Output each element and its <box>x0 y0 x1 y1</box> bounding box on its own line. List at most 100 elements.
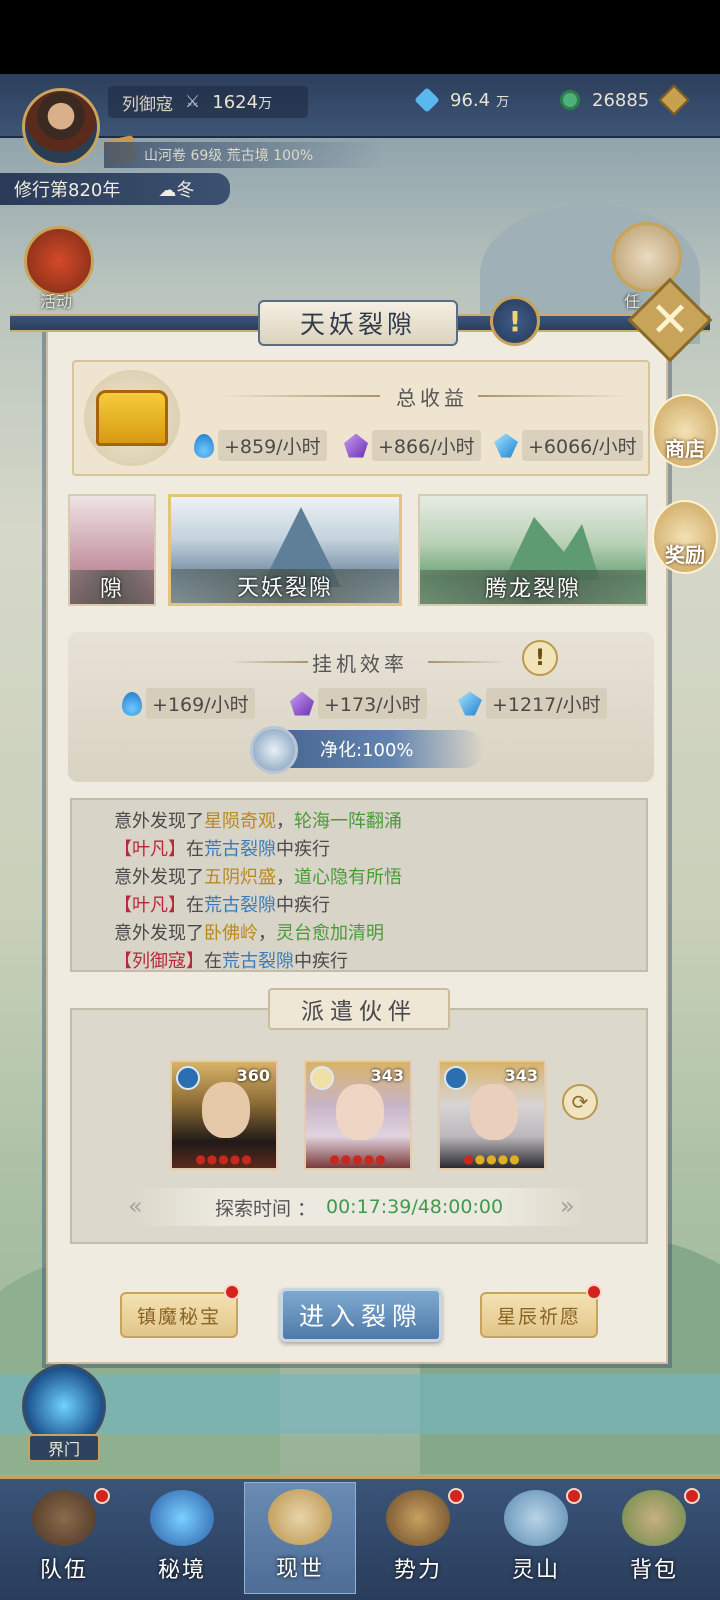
efficiency-info-button[interactable]: ! <box>522 640 558 676</box>
star-beads: ●●●●● <box>195 1152 253 1166</box>
season-indicator: ☁冬 <box>158 180 195 201</box>
element-badge-icon <box>176 1066 200 1090</box>
partner-level: 343 <box>504 1066 538 1085</box>
crystal-currency: 96.4 万 <box>414 86 510 114</box>
enter-rift-button[interactable]: 进入裂隙 <box>280 1288 442 1342</box>
blue-flame-icon <box>194 433 214 458</box>
notification-dot <box>224 1284 240 1300</box>
star-wish-button[interactable]: 星辰祈愿 <box>480 1292 598 1338</box>
divider <box>428 661 508 663</box>
blue-crystal-icon <box>414 87 440 113</box>
nav-item-spirit-mountain[interactable]: 灵山 <box>480 1482 592 1594</box>
income-rate-3: +6066/小时 <box>494 430 643 461</box>
log-segment: 荒古裂隙 <box>204 839 276 860</box>
nav-item-secret-realm[interactable]: 秘境 <box>126 1482 238 1594</box>
log-segment: 意外发现了 <box>114 811 204 832</box>
partner-card-2[interactable]: 343 ●●●●● <box>304 1060 412 1170</box>
log-line: 意外发现了五阴炽盛，道心隐有所悟 <box>114 864 646 892</box>
explore-time-label: 探索时间 ： <box>214 1197 316 1220</box>
rift-label: 腾龙裂隙 <box>420 570 646 604</box>
log-segment: 在 <box>204 951 222 972</box>
log-segment: 荒古裂隙 <box>204 895 276 916</box>
star-beads: ●●●●● <box>463 1152 521 1166</box>
rift-option-tenglong[interactable]: 腾龙裂隙 <box>418 494 648 606</box>
nav-label: 灵山 <box>511 1558 560 1583</box>
panel-title: 天妖裂隙 <box>258 300 458 346</box>
income-rate-1: +859/小时 <box>194 430 327 461</box>
add-currency-button[interactable] <box>658 84 690 116</box>
blue-crystal-icon <box>494 433 518 458</box>
divider <box>228 661 308 663</box>
player-info: 列御寇 ⚔ 1624万 <box>108 86 308 118</box>
refresh-partners-button[interactable]: ⟳ <box>562 1084 598 1120</box>
element-badge-icon <box>444 1066 468 1090</box>
element-badge-icon <box>310 1066 334 1090</box>
purple-crystal-icon <box>290 691 314 716</box>
info-button[interactable]: ! <box>490 296 540 346</box>
partner-card-3[interactable]: 343 ●●●●● <box>438 1060 546 1170</box>
nav-label: 队伍 <box>39 1558 88 1583</box>
jade-amount: 26885 <box>592 89 650 111</box>
nav-label: 势力 <box>393 1558 442 1583</box>
nav-item-faction[interactable]: 势力 <box>362 1482 474 1594</box>
efficiency-title: 挂机效率 <box>312 652 408 676</box>
rift-label: 天妖裂隙 <box>171 569 399 603</box>
nav-item-world[interactable]: 现世 <box>244 1482 356 1594</box>
log-segment: 意外发现了 <box>114 923 204 944</box>
team-icon <box>32 1490 96 1546</box>
purple-crystal-icon <box>344 433 368 458</box>
partner-level: 343 <box>370 1066 404 1085</box>
total-income-title: 总收益 <box>396 386 468 410</box>
event-log: 意外发现了星陨奇观，轮海一阵翻涌 【叶凡】在荒古裂隙中疾行 意外发现了五阴炽盛，道心… <box>70 798 648 972</box>
rift-label: 隙 <box>70 570 154 604</box>
notification-dot <box>684 1488 700 1504</box>
jade-icon <box>560 90 580 110</box>
log-segment: ， <box>276 867 294 888</box>
log-segment: ， <box>258 923 276 944</box>
log-segment: 道心隐有所悟 <box>294 867 402 888</box>
backpack-icon <box>622 1490 686 1546</box>
log-line: 意外发现了卧佛岭，灵台愈加清明 <box>114 920 646 948</box>
log-segment: 星陨奇观 <box>204 811 276 832</box>
notification-dot <box>586 1284 602 1300</box>
log-line: 【叶凡】在荒古裂隙中疾行 <box>114 836 646 864</box>
cloud-icon: ☁ <box>158 180 177 201</box>
world-icon <box>268 1489 332 1545</box>
blue-flame-icon <box>122 691 142 716</box>
efficiency-rate-2: +173/小时 <box>290 688 427 719</box>
log-segment: 【列御寇】 <box>114 951 204 972</box>
secret-realm-icon <box>150 1490 214 1546</box>
partner-card-1[interactable]: 360 ●●●●● <box>170 1060 278 1170</box>
log-segment: 卧佛岭 <box>204 923 258 944</box>
purify-icon <box>250 726 298 774</box>
treasure-chest-icon <box>84 370 180 466</box>
log-segment: 中疾行 <box>276 839 330 860</box>
player-avatar[interactable] <box>22 88 100 166</box>
nav-item-backpack[interactable]: 背包 <box>598 1482 710 1594</box>
partner-level: 360 <box>236 1066 270 1085</box>
activity-icon[interactable] <box>24 226 94 296</box>
activity-label: 活动 <box>40 292 73 311</box>
log-segment: 在 <box>186 895 204 916</box>
nav-item-team[interactable]: 队伍 <box>8 1482 120 1594</box>
log-line: 意外发现了星陨奇观，轮海一阵翻涌 <box>114 808 646 836</box>
log-segment: ， <box>276 811 294 832</box>
log-segment: 【叶凡】 <box>114 895 186 916</box>
efficiency-rate-3: +1217/小时 <box>458 688 607 719</box>
close-icon: ✕ <box>649 292 691 348</box>
rift-option-tianyao[interactable]: 天妖裂隙 <box>168 494 402 606</box>
year-bar: 修行第820年 ☁冬 <box>0 173 230 205</box>
crystal-amount: 96.4 <box>450 89 491 111</box>
player-name: 列御寇 <box>122 94 173 115</box>
demon-treasure-button[interactable]: 镇魔秘宝 <box>120 1292 238 1338</box>
reward-button[interactable]: 奖励 <box>652 500 718 574</box>
rift-option-previous[interactable]: 隙 <box>68 494 156 606</box>
log-segment: 在 <box>186 839 204 860</box>
income-rate-2: +866/小时 <box>344 430 481 461</box>
log-segment: 灵台愈加清明 <box>276 923 384 944</box>
star-beads: ●●●●● <box>329 1152 387 1166</box>
log-line: 【叶凡】在荒古裂隙中疾行 <box>114 892 646 920</box>
crystal-unit: 万 <box>496 94 510 110</box>
nav-label: 秘境 <box>157 1558 206 1583</box>
shop-button[interactable]: 商店 <box>652 394 718 468</box>
